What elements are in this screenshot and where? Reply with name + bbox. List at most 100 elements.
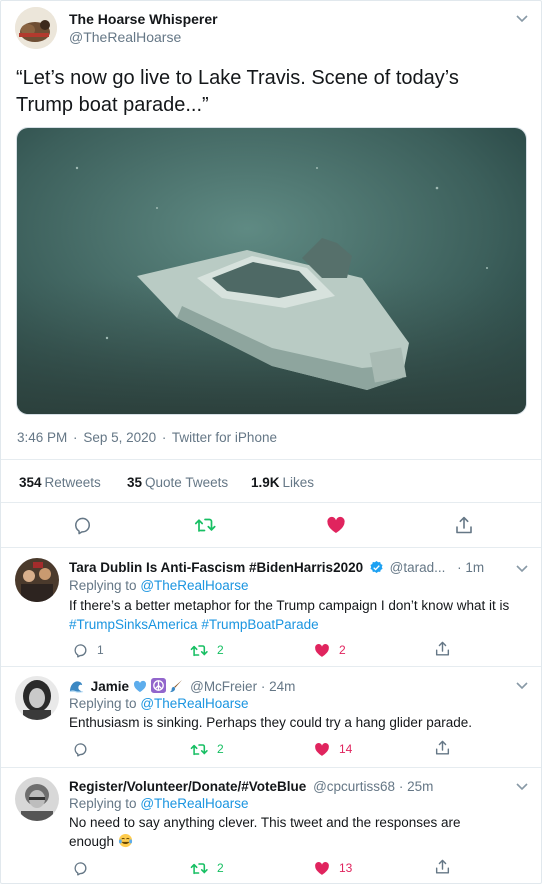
retweet-icon [190, 862, 208, 874]
reply-text-line: No need to say anything clever. This twe… [69, 815, 461, 830]
reply-icon [74, 742, 87, 757]
reply-author-handle[interactable]: @tarad... [390, 560, 446, 575]
reply-avatar[interactable] [15, 777, 59, 821]
tweet-stats: 354 Retweets 35 Quote Tweets 1.9K Likes [1, 459, 541, 503]
time-separator: · [398, 779, 404, 794]
retweets-label: Retweets [44, 475, 101, 490]
reply-time[interactable]: 25m [407, 779, 433, 794]
tweet-text: “Let’s now go live to Lake Travis. Scene… [16, 67, 459, 116]
reply-avatar[interactable] [15, 558, 59, 602]
meta-separator: · [161, 430, 167, 445]
reply-share-action[interactable] [435, 739, 450, 757]
like-count: 13 [339, 861, 353, 875]
share-icon [435, 859, 450, 874]
reply-avatar[interactable] [15, 676, 59, 720]
reply-text-plain: If there’s a better metaphor for the Tru… [69, 598, 510, 613]
author-avatar[interactable] [15, 7, 57, 49]
reply-more-chevron-icon[interactable] [513, 560, 531, 578]
time-separator: · [457, 560, 462, 575]
reply-tweet[interactable]: Jamie @McFreier · 24m Replying to @TheRe… [1, 667, 541, 768]
more-options-chevron-icon[interactable] [513, 10, 531, 28]
reply-time[interactable]: 24m [269, 679, 295, 694]
author-handle[interactable]: @TheRealHoarse [69, 29, 181, 45]
reply-retweet-action[interactable]: 2 [190, 641, 224, 659]
reply-like-action[interactable]: 14 [314, 740, 352, 758]
likes-label: Likes [282, 475, 315, 490]
reply-count: 1 [97, 643, 104, 657]
reply-time[interactable]: 1m [465, 560, 484, 575]
reply-header: Register/Volunteer/Donate/#VoteBlue @cpc… [69, 779, 433, 794]
share-icon[interactable] [453, 514, 475, 536]
meta-separator: · [73, 430, 78, 445]
reply-share-action[interactable] [435, 858, 450, 876]
tweet-media-photo[interactable] [16, 127, 527, 415]
retweet-count: 2 [217, 742, 224, 756]
hashtag-link[interactable]: #TrumpBoatParade [201, 617, 318, 632]
replying-mention[interactable]: @TheRealHoarse [140, 796, 248, 811]
retweet-icon [190, 644, 208, 656]
main-tweet: The Hoarse Whisperer @TheRealHoarse “Let… [1, 1, 541, 548]
tweet-source[interactable]: Twitter for iPhone [172, 430, 277, 445]
reply-text-line: enough [69, 834, 115, 849]
reply-retweet-action[interactable]: 2 [190, 740, 224, 758]
blue-heart-icon [133, 680, 146, 693]
retweet-count: 2 [217, 861, 224, 875]
quotes-count: 35 [127, 475, 143, 490]
reply-author-name[interactable]: Register/Volunteer/Donate/#VoteBlue [69, 779, 306, 794]
like-count: 2 [339, 643, 346, 657]
replying-mention[interactable]: @TheRealHoarse [140, 578, 248, 593]
replying-to: Replying to @TheRealHoarse [69, 796, 249, 811]
replying-prefix: Replying to [69, 796, 137, 811]
reply-reply-action[interactable]: 1 [73, 641, 104, 659]
like-icon [315, 861, 329, 875]
reply-more-chevron-icon[interactable] [513, 778, 531, 796]
retweet-icon[interactable] [194, 514, 216, 536]
reply-header: Jamie @McFreier · 24m [69, 678, 295, 694]
retweet-icon [190, 743, 208, 755]
like-icon [315, 643, 329, 657]
reply-text: Enthusiasm is sinking. Perhaps they coul… [69, 715, 472, 730]
paintbrush-icon [170, 679, 183, 693]
retweets-stat[interactable]: 354 Retweets [19, 475, 101, 490]
tweet-time[interactable]: 3:46 PM [17, 430, 67, 445]
reply-like-action[interactable]: 13 [314, 859, 352, 877]
peace-sign-icon [150, 678, 166, 693]
reply-reply-action[interactable] [73, 859, 97, 877]
reply-reply-action[interactable] [73, 740, 97, 758]
reply-icon[interactable] [71, 514, 93, 536]
retweet-count: 2 [217, 643, 224, 657]
author-name[interactable]: The Hoarse Whisperer [69, 11, 218, 27]
replying-to: Replying to @TheRealHoarse [69, 578, 249, 593]
replying-to: Replying to @TheRealHoarse [69, 696, 249, 711]
reply-header: Tara Dublin Is Anti-Fascism #BidenHarris… [69, 560, 484, 575]
reply-tweet[interactable]: Tara Dublin Is Anti-Fascism #BidenHarris… [1, 548, 541, 667]
reply-retweet-action[interactable]: 2 [190, 859, 224, 877]
reply-author-name[interactable]: Jamie [91, 679, 129, 694]
reply-author-name[interactable]: Tara Dublin Is Anti-Fascism #BidenHarris… [69, 560, 363, 575]
reply-like-action[interactable]: 2 [314, 641, 346, 659]
replying-prefix: Replying to [69, 578, 137, 593]
retweets-count: 354 [19, 475, 42, 490]
quotes-label: Quote Tweets [145, 475, 229, 490]
reply-share-action[interactable] [435, 640, 450, 658]
replying-prefix: Replying to [69, 696, 137, 711]
tweet-timestamp[interactable]: 3:46 PM · Sep 5, 2020 · Twitter for iPho… [17, 430, 279, 445]
tweet-date[interactable]: Sep 5, 2020 [83, 430, 156, 445]
reply-icon [74, 861, 87, 876]
reply-icon [74, 643, 87, 658]
replying-mention[interactable]: @TheRealHoarse [140, 696, 248, 711]
reply-author-handle[interactable]: @McFreier [190, 679, 257, 694]
share-icon [435, 740, 450, 755]
tears-of-joy-icon [118, 833, 132, 848]
reply-author-handle[interactable]: @cpcurtiss68 [313, 779, 395, 794]
quote-tweets-stat[interactable]: 35 Quote Tweets [127, 475, 228, 490]
wave-icon [69, 681, 84, 693]
reply-more-chevron-icon[interactable] [513, 677, 531, 695]
reply-tweet[interactable]: Register/Volunteer/Donate/#VoteBlue @cpc… [1, 768, 541, 883]
tweet-page: The Hoarse Whisperer @TheRealHoarse “Let… [0, 0, 542, 884]
like-icon[interactable] [325, 514, 347, 536]
verified-badge-icon [370, 560, 383, 573]
likes-stat[interactable]: 1.9K Likes [251, 475, 314, 490]
reply-text: No need to say anything clever. This twe… [69, 813, 531, 851]
hashtag-link[interactable]: #TrumpSinksAmerica [69, 617, 198, 632]
